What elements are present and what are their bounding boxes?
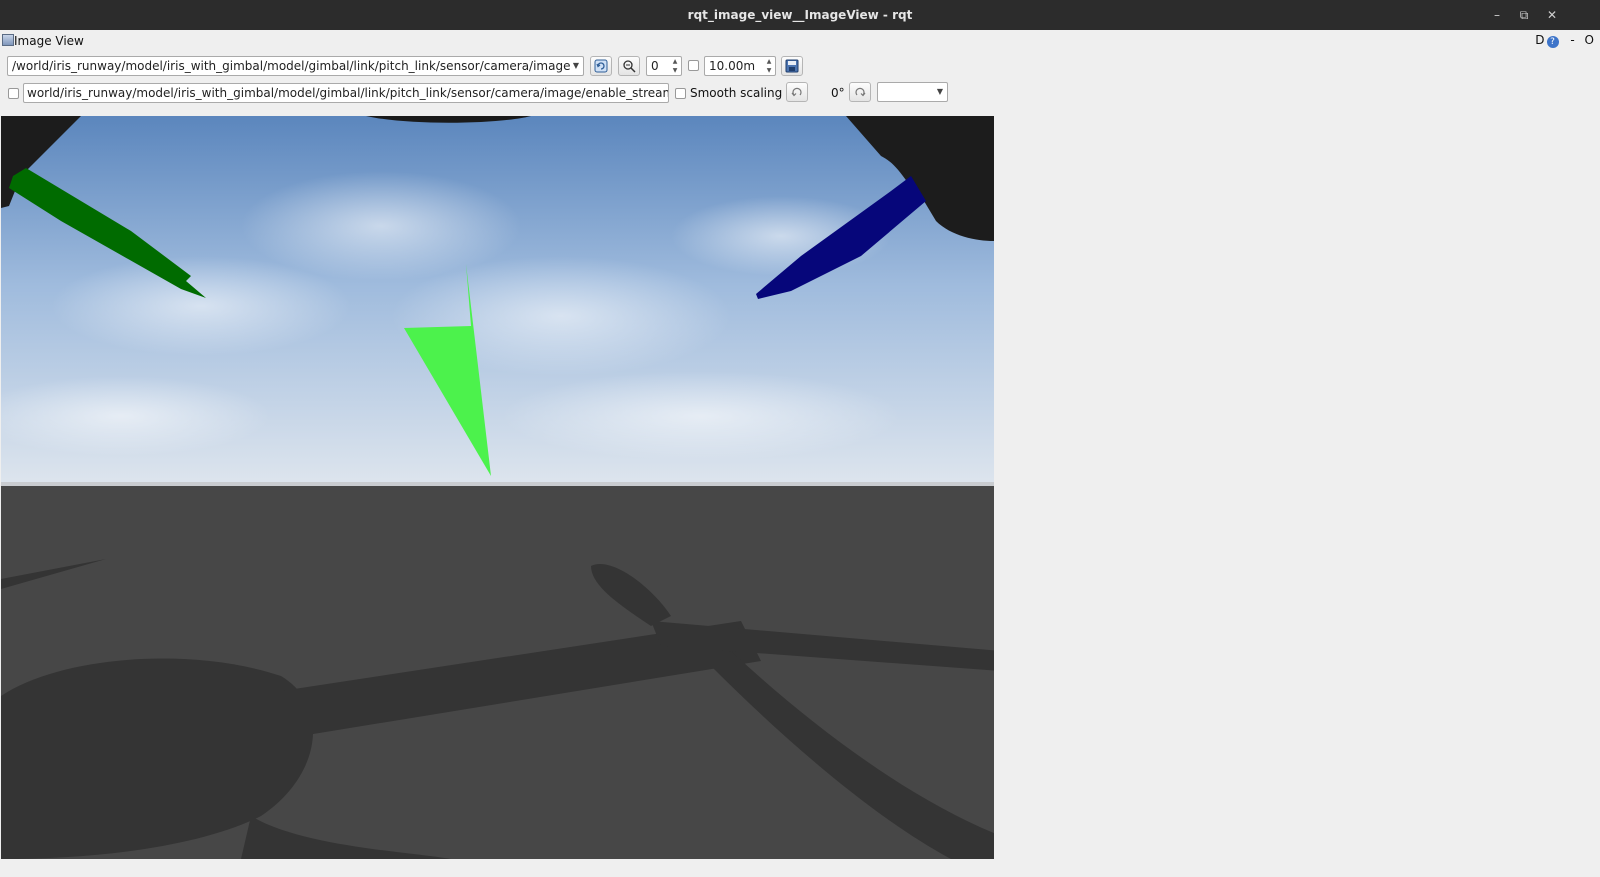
rotation-label: 0° [831, 86, 845, 100]
dock-d-button[interactable]: D [1535, 33, 1544, 47]
minimize-button[interactable]: – [1488, 6, 1506, 24]
topic-combobox[interactable]: /world/iris_runway/model/iris_with_gimba… [7, 56, 584, 76]
publish-topic-field[interactable]: world/iris_runway/model/iris_with_gimbal… [23, 83, 669, 103]
image-view-icon [2, 34, 14, 46]
color-scheme-combobox[interactable]: ▼ [877, 82, 948, 102]
save-button[interactable] [781, 56, 803, 76]
image-viewer[interactable] [1, 116, 994, 859]
window-title: rqt_image_view__ImageView - rqt [687, 8, 913, 22]
horizon-line [1, 482, 994, 486]
smooth-scaling-checkbox[interactable] [675, 88, 686, 99]
restore-button[interactable]: ⧉ [1515, 6, 1533, 24]
chevron-down-icon: ▼ [936, 87, 943, 96]
depth-checkbox[interactable] [688, 60, 699, 71]
rotate-right-button[interactable] [849, 82, 871, 102]
camera-image [1, 116, 994, 859]
dock-title-bar: Image View D? - O [0, 31, 1600, 51]
spin-arrows-icon[interactable]: ▲ ▼ [764, 57, 774, 75]
rotate-right-icon [855, 87, 866, 97]
zoom-spinbox[interactable]: 0 ▲ ▼ [646, 56, 682, 76]
refresh-icon [594, 59, 608, 73]
smooth-scaling-label: Smooth scaling [690, 86, 783, 100]
spin-arrows-icon[interactable]: ▲ ▼ [670, 57, 680, 75]
depth-value: 10.00m [709, 59, 756, 73]
zoom-icon [623, 60, 636, 73]
help-icon[interactable]: ? [1546, 36, 1559, 48]
publish-click-checkbox[interactable] [8, 88, 19, 99]
zoom-button[interactable] [618, 56, 640, 76]
depth-spinbox[interactable]: 10.00m ▲ ▼ [704, 56, 776, 76]
title-bar: rqt_image_view__ImageView - rqt – ⧉ ✕ [0, 0, 1600, 30]
close-button[interactable]: ✕ [1543, 6, 1561, 24]
dock-title: Image View [14, 34, 84, 48]
publish-topic-value: world/iris_runway/model/iris_with_gimbal… [27, 86, 669, 100]
dock-close-button[interactable]: O [1585, 33, 1594, 47]
rotate-left-button[interactable] [786, 82, 808, 102]
chevron-down-icon: ▼ [572, 61, 579, 70]
dock-minimize-button[interactable]: - [1570, 33, 1574, 47]
zoom-value: 0 [651, 59, 659, 73]
topic-value: /world/iris_runway/model/iris_with_gimba… [12, 59, 571, 73]
status-bar [0, 861, 1600, 877]
save-icon [785, 59, 799, 73]
dock-controls: D? - O [1533, 33, 1594, 48]
refresh-button[interactable] [590, 56, 612, 76]
rotate-left-icon [791, 87, 802, 97]
